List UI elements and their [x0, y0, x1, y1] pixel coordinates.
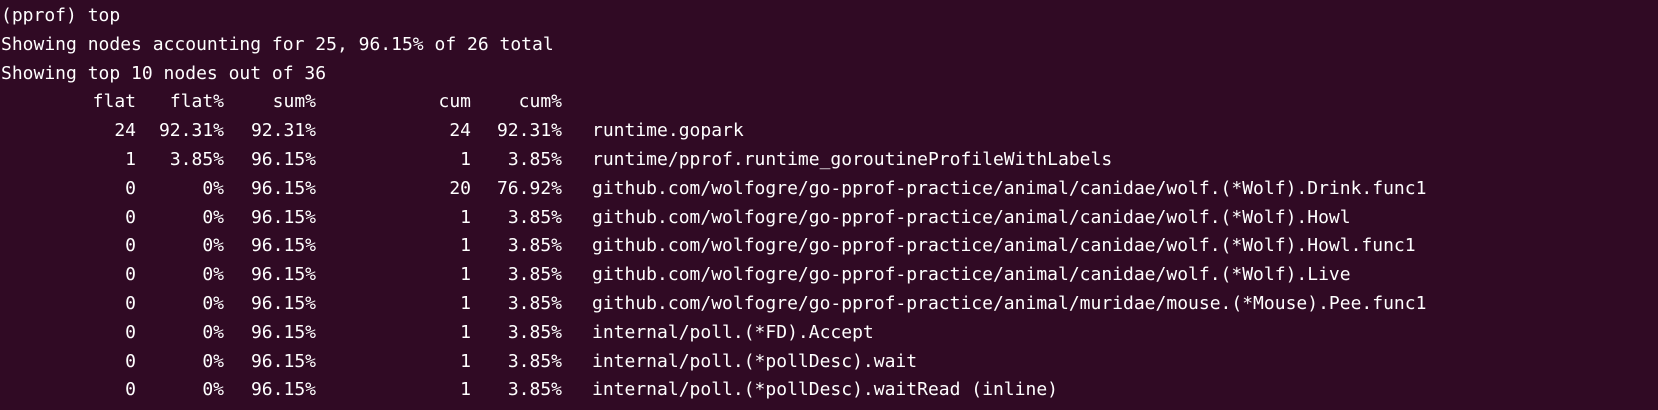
- cell-flat: 0: [125, 321, 136, 343]
- cell-sum-pct: 96.15%: [250, 292, 316, 314]
- cell-flat-pct: 0%: [202, 321, 224, 343]
- cell-sum-pct: 92.31%: [250, 120, 316, 142]
- cell-flat: 0: [125, 206, 136, 228]
- cell-flat-pct: 0%: [202, 206, 224, 228]
- cell-sum-pct: 96.15%: [250, 235, 316, 257]
- cell-cum-pct: 3.85%: [507, 206, 562, 228]
- cell-function-name: internal/poll.(*pollDesc).waitRead (inli…: [592, 379, 1058, 401]
- table-row: 0 0% 96.15% 1 3.85% github.com/wolfogre/go-pp…: [0, 204, 1658, 233]
- cell-function-name: runtime/pprof.runtime_goroutineProfileWi…: [592, 148, 1113, 170]
- cell-flat-pct: 0%: [202, 235, 224, 257]
- cell-sum-pct: 96.15%: [250, 379, 316, 401]
- summary-line-top-nodes: Showing top 10 nodes out of 36: [1, 62, 327, 84]
- cell-cum: 20: [449, 177, 471, 199]
- table-row: 0 0% 96.15% 1 3.85% github.com/wolfogre/go-pp…: [0, 261, 1658, 290]
- cell-function-name: internal/poll.(*FD).Accept: [592, 321, 874, 343]
- cell-function-name: github.com/wolfogre/go-pprof-practice/an…: [592, 177, 1427, 199]
- summary-line-accounting: Showing nodes accounting for 25, 96.15% …: [1, 33, 554, 55]
- cell-flat-pct: 3.85%: [169, 148, 224, 170]
- cell-flat-pct: 0%: [202, 350, 224, 372]
- cell-cum-pct: 3.85%: [507, 321, 562, 343]
- header-cum-pct: cum%: [518, 91, 562, 113]
- table-row: 0 0% 96.15% 1 3.85% internal/poll.(*pollDesc)…: [0, 348, 1658, 377]
- cell-function-name: github.com/wolfogre/go-pprof-practice/an…: [592, 264, 1351, 286]
- table-row: 0 0% 96.15% 20 76.92% github.com/wolfogre/go-…: [0, 175, 1658, 204]
- cell-cum-pct: 92.31%: [496, 120, 562, 142]
- cell-cum-pct: 3.85%: [507, 148, 562, 170]
- cell-flat: 0: [125, 235, 136, 257]
- cell-sum-pct: 96.15%: [250, 321, 316, 343]
- cell-cum: 1: [460, 292, 471, 314]
- cell-function-name: runtime.gopark: [592, 120, 744, 142]
- cell-cum: 1: [460, 379, 471, 401]
- cell-sum-pct: 96.15%: [250, 177, 316, 199]
- cell-cum-pct: 76.92%: [496, 177, 562, 199]
- cell-cum-pct: 3.85%: [507, 235, 562, 257]
- cell-sum-pct: 96.15%: [250, 350, 316, 372]
- cell-cum-pct: 3.85%: [507, 350, 562, 372]
- cell-flat-pct: 0%: [202, 264, 224, 286]
- cell-flat: 0: [125, 379, 136, 401]
- header-flat: flat: [92, 91, 136, 113]
- cell-function-name: github.com/wolfogre/go-pprof-practice/an…: [592, 292, 1427, 314]
- cell-flat: 1: [125, 148, 136, 170]
- table-row: 0 0% 96.15% 1 3.85% github.com/wolfogre/go-pp…: [0, 232, 1658, 261]
- table-row: 0 0% 96.15% 1 3.85% internal/poll.(*pollDesc)…: [0, 376, 1658, 405]
- cell-cum: 1: [460, 350, 471, 372]
- cell-function-name: github.com/wolfogre/go-pprof-practice/an…: [592, 235, 1416, 257]
- cell-cum: 1: [460, 264, 471, 286]
- header-sum-pct: sum%: [272, 91, 316, 113]
- cell-flat-pct: 0%: [202, 292, 224, 314]
- cell-flat-pct: 92.31%: [158, 120, 224, 142]
- cell-cum: 1: [460, 321, 471, 343]
- table-body: 24 92.31% 92.31% 24 92.31% runtime.gopark 1 3.8…: [0, 117, 1658, 405]
- prompt-line: (pprof) top: [1, 5, 121, 26]
- table-row: 0 0% 96.15% 1 3.85% github.com/wolfogre/go-pp…: [0, 290, 1658, 319]
- cell-function-name: github.com/wolfogre/go-pprof-practice/an…: [592, 206, 1351, 228]
- table-row: 0 0% 96.15% 1 3.85% internal/poll.(*FD).Accep…: [0, 319, 1658, 348]
- cell-cum: 24: [449, 120, 471, 142]
- cell-cum: 1: [460, 148, 471, 170]
- table-row: 24 92.31% 92.31% 24 92.31% runtime.gopark: [0, 117, 1658, 146]
- cell-cum: 1: [460, 206, 471, 228]
- cell-flat: 0: [125, 292, 136, 314]
- cell-cum: 1: [460, 235, 471, 257]
- cell-flat-pct: 0%: [202, 379, 224, 401]
- cell-function-name: internal/poll.(*pollDesc).wait: [592, 350, 918, 372]
- header-flat-pct: flat%: [169, 91, 224, 113]
- cell-flat: 24: [114, 120, 136, 142]
- cell-flat: 0: [125, 350, 136, 372]
- cell-sum-pct: 96.15%: [250, 206, 316, 228]
- header-cum: cum: [438, 91, 471, 113]
- cell-flat: 0: [125, 177, 136, 199]
- terminal-window[interactable]: (pprof) top Showing nodes accounting for…: [0, 0, 1658, 410]
- table-row: 1 3.85% 96.15% 1 3.85% runtime/pprof.runtime_…: [0, 146, 1658, 175]
- cell-cum-pct: 3.85%: [507, 292, 562, 314]
- cell-flat: 0: [125, 264, 136, 286]
- cell-sum-pct: 96.15%: [250, 148, 316, 170]
- table-header: flat flat% sum% cum cum%: [0, 88, 1658, 117]
- cell-cum-pct: 3.85%: [507, 379, 562, 401]
- cell-sum-pct: 96.15%: [250, 264, 316, 286]
- cell-cum-pct: 3.85%: [507, 264, 562, 286]
- cell-flat-pct: 0%: [202, 177, 224, 199]
